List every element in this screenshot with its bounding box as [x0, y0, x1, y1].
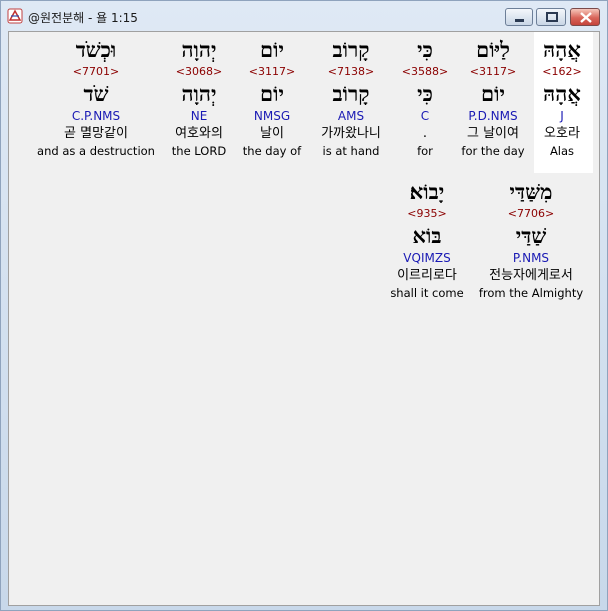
close-icon: [580, 12, 592, 23]
korean-gloss: 곧 멸망같이: [64, 126, 128, 141]
morph-code: VQIMZS: [403, 251, 451, 265]
maximize-icon: [546, 12, 558, 22]
hebrew-word: יָבוֹא׃: [409, 179, 445, 204]
lemma-word: בּוֹא: [412, 223, 442, 248]
window-title: @원전분해 - 욜 1:15: [28, 11, 138, 25]
strong-number[interactable]: <7701>: [31, 63, 161, 81]
app-icon: [7, 8, 23, 24]
english-gloss: and as a destruction: [37, 144, 155, 158]
morph-code: C.P.NMS: [71, 109, 121, 123]
word-column[interactable]: וּכְשֹׁד <7701> שֹׁד C.P.NMS 곧 멸망같이 and …: [31, 37, 161, 159]
interlinear-panel: אֲהָהּ <162> אֲהָהּ J 오호라 Alas לַיּוֹם <…: [8, 31, 600, 606]
korean-gloss: 이르리로다: [397, 268, 457, 283]
minimize-icon: [515, 19, 524, 22]
lemma-word: שֹׁד: [83, 81, 109, 106]
minimize-button[interactable]: [505, 8, 533, 26]
english-gloss: shall it come: [390, 286, 464, 300]
title-bar[interactable]: @원전분해 - 욜 1:15: [1, 1, 607, 31]
hebrew-word: וּכְשֹׁד: [75, 37, 117, 62]
maximize-button[interactable]: [536, 8, 566, 26]
strong-number[interactable]: <935>: [362, 205, 492, 223]
word-column[interactable]: יָבוֹא׃ <935> בּוֹא VQIMZS 이르리로다 shall i…: [362, 179, 492, 301]
close-button[interactable]: [570, 8, 600, 26]
app-window: @원전분해 - 욜 1:15 אֲהָהּ <162> אֲהָהּ J 오호라: [0, 0, 608, 611]
